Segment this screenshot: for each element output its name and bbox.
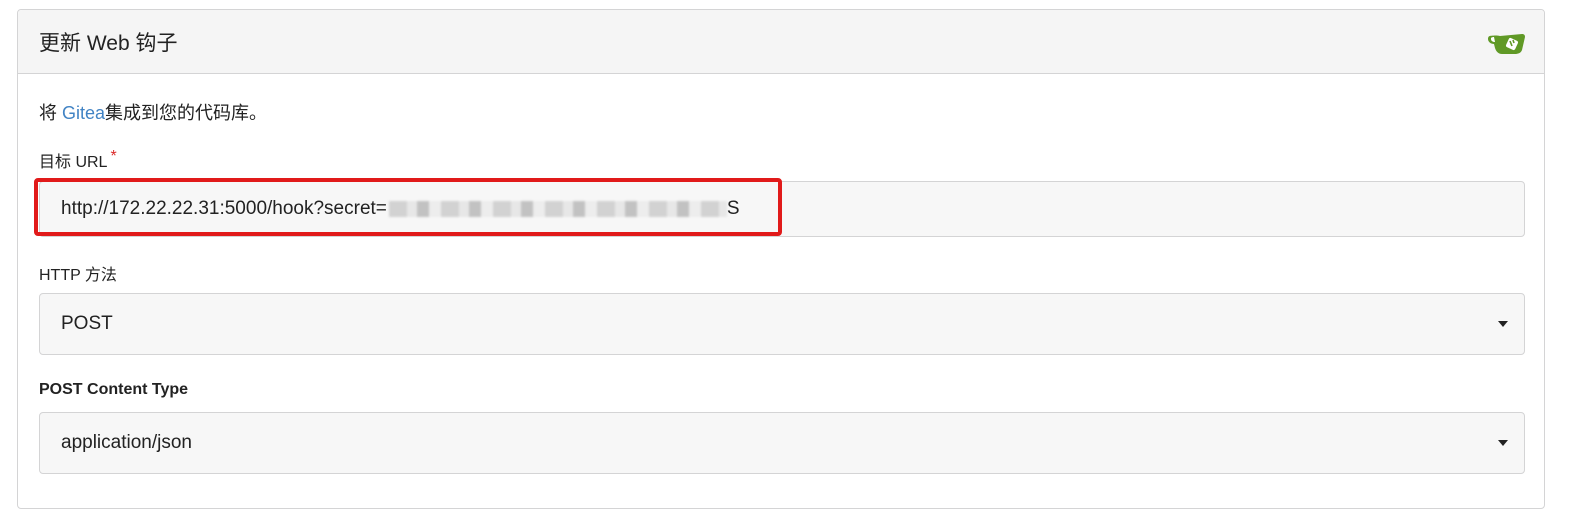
required-marker: * [110,148,117,165]
target-url-value-end: S [726,198,740,219]
gitea-logo-icon [1488,34,1525,54]
content-type-select[interactable]: application/json [39,412,1525,474]
http-method-select[interactable]: POST [39,293,1525,355]
target-url-label: 目标 URL * [39,148,117,172]
http-method-value: POST [61,313,113,334]
chevron-down-icon [1498,440,1508,446]
chevron-down-icon [1498,321,1508,327]
description-text: 将 Gitea集成到您的代码库。 [39,99,267,125]
target-url-label-text: 目标 URL [39,154,108,171]
http-method-label: HTTP 方法 [39,267,117,284]
redacted-secret [388,201,727,217]
target-url-input[interactable]: http://172.22.22.31:5000/hook?secret= S [39,181,1525,237]
description-prefix: 将 [39,103,63,123]
target-url-value-start: http://172.22.22.31:5000/hook?secret= [61,198,387,219]
page-title: 更新 Web 钩子 [39,32,178,55]
content-type-value: application/json [61,432,192,453]
webhook-form-panel: 更新 Web 钩子 将 Gitea集成到您的代码库。 目标 URL * http:… [17,9,1545,509]
content-type-label: POST Content Type [39,381,189,398]
description-suffix: 集成到您的代码库。 [105,103,268,123]
panel-header: 更新 Web 钩子 [18,10,1544,74]
gitea-link[interactable]: Gitea [62,103,105,123]
